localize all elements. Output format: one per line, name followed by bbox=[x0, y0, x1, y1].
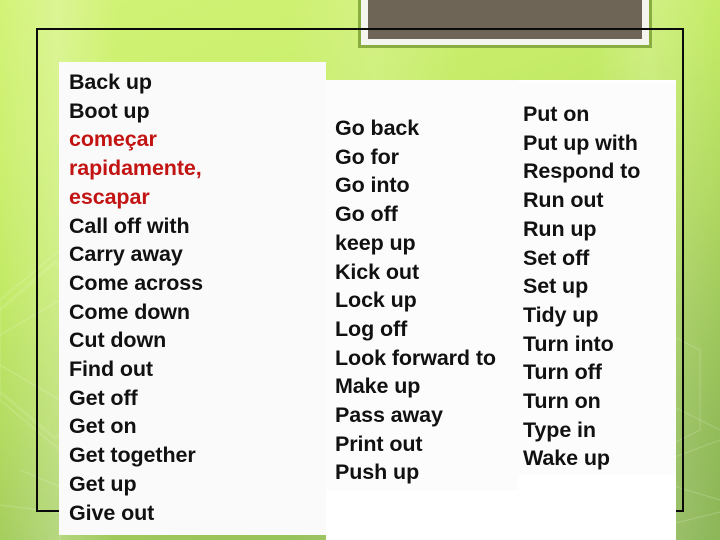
list-item: Make up bbox=[335, 374, 421, 399]
list-item: Set off bbox=[523, 245, 590, 270]
list-item: Run up bbox=[523, 216, 597, 241]
list-item: Call off with bbox=[69, 213, 190, 238]
list-item: Boot up bbox=[69, 98, 150, 123]
phrasal-verbs-column-two: Go back Go for Go into Go off keep up Kick ou… bbox=[335, 114, 496, 487]
list-item: Lock up bbox=[335, 288, 417, 313]
phrasal-verbs-column-three: Put on Put up with Respond to Run out Run up… bbox=[523, 100, 640, 473]
phrasal-verbs-column-one: Back up Boot up começar rapidamente, escapar… bbox=[69, 68, 203, 527]
list-item: Back up bbox=[69, 70, 152, 94]
list-item: Respond to bbox=[523, 159, 641, 184]
list-item: Push up bbox=[335, 460, 420, 485]
list-item: Put on bbox=[523, 102, 590, 126]
list-item: escapar bbox=[69, 184, 150, 209]
list-item: Pass away bbox=[335, 403, 443, 428]
list-item: Go into bbox=[335, 173, 410, 198]
list-item: Cut down bbox=[69, 328, 167, 353]
list-item: Turn into bbox=[523, 331, 614, 356]
list-item: Give out bbox=[69, 500, 155, 525]
list-item: Set up bbox=[523, 274, 589, 299]
list-item: Run out bbox=[523, 188, 604, 213]
list-item: Go off bbox=[335, 202, 398, 227]
list-item: keep up bbox=[335, 230, 416, 255]
list-item: Find out bbox=[69, 357, 153, 382]
list-item: Kick out bbox=[335, 259, 420, 284]
list-item: Come down bbox=[69, 299, 190, 324]
list-item: Get together bbox=[69, 443, 196, 468]
list-item: Go for bbox=[335, 144, 399, 169]
list-item: Get on bbox=[69, 414, 137, 439]
list-item: Tidy up bbox=[523, 302, 599, 327]
list-item: Wake up bbox=[523, 446, 610, 471]
list-item: começar bbox=[69, 127, 157, 152]
list-item: Go back bbox=[335, 116, 420, 140]
list-item: Print out bbox=[335, 431, 423, 456]
list-item: Look forward to bbox=[335, 345, 496, 370]
slide-content-frame: Back up Boot up começar rapidamente, escapar… bbox=[36, 28, 684, 540]
list-item: Get off bbox=[69, 385, 138, 410]
list-item: Get up bbox=[69, 471, 137, 496]
list-item: Log off bbox=[335, 316, 408, 341]
list-item: Turn off bbox=[523, 360, 602, 385]
list-item: Type in bbox=[523, 417, 596, 442]
list-item: Put up with bbox=[523, 130, 638, 155]
presentation-slide: Back up Boot up começar rapidamente, escapar… bbox=[0, 0, 720, 540]
list-item: rapidamente, bbox=[69, 156, 202, 181]
list-item: Carry away bbox=[69, 242, 183, 267]
list-item: Come across bbox=[69, 270, 203, 295]
list-item: Turn on bbox=[523, 389, 601, 414]
